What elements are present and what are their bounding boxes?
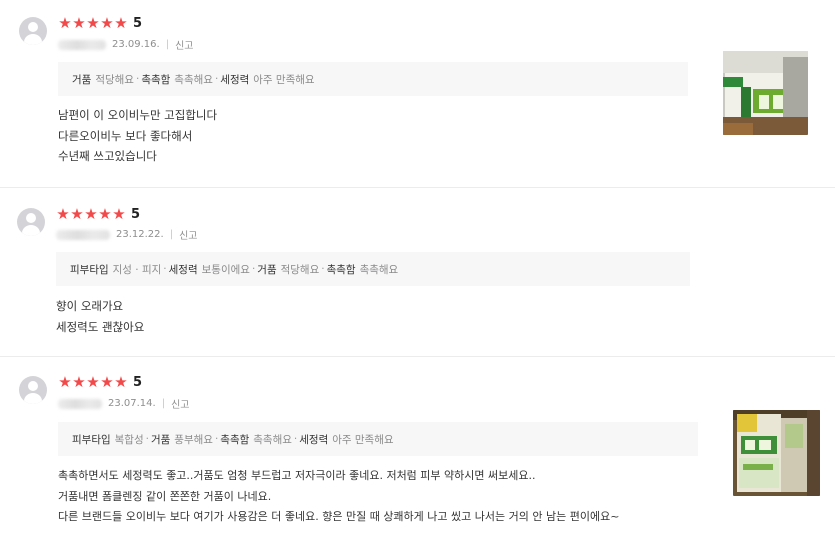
review-date: 23.12.22. bbox=[116, 229, 164, 240]
attribute-dot: · bbox=[214, 433, 219, 445]
review-line: 남편이 이 오이비누만 고집합니다 bbox=[58, 108, 218, 122]
review-meta: 23.09.16. | 신고 bbox=[58, 37, 194, 52]
review-attributes: 피부타입 복합성 · 거품 풍부해요 · 촉촉함 촉촉해요 · 세정력 아주 만… bbox=[58, 422, 698, 456]
star-icon: ★ bbox=[84, 205, 98, 223]
attribute-dot: · bbox=[145, 433, 149, 445]
attribute-value: 아주 만족해요 bbox=[253, 73, 315, 86]
attribute-value: 풍부해요 bbox=[174, 433, 213, 446]
star-icon: ★ bbox=[58, 14, 72, 32]
attribute-key: 촉촉함 bbox=[326, 263, 356, 276]
rating-score: 5 bbox=[133, 16, 143, 31]
review-meta: 23.07.14. | 신고 bbox=[58, 396, 190, 411]
attribute-value: 적당해요 bbox=[95, 73, 134, 86]
attribute-key: 세정력 bbox=[168, 263, 198, 276]
star-rating: ★ ★ ★ ★ ★ 5 bbox=[58, 14, 143, 32]
review-date: 23.09.16. bbox=[112, 39, 160, 50]
review-photo-thumbnail[interactable] bbox=[723, 51, 808, 135]
star-icon: ★ bbox=[112, 205, 126, 223]
star-icon: ★ bbox=[100, 14, 114, 32]
review-text: 남편이 이 오이비누만 고집합니다 다른오이비누 보다 좋다해서 수년째 쓰고있… bbox=[58, 105, 217, 167]
review-attributes: 거품 적당해요 · 촉촉함 촉촉해요 · 세정력 아주 만족해요 bbox=[58, 62, 688, 96]
review-date: 23.07.14. bbox=[108, 398, 156, 409]
meta-separator: | bbox=[165, 39, 170, 50]
attribute-dot: · bbox=[135, 73, 140, 85]
star-icon: ★ bbox=[86, 14, 100, 32]
attribute-key: 거품 bbox=[150, 433, 171, 446]
product-photo-image bbox=[733, 410, 820, 496]
meta-separator: | bbox=[161, 398, 166, 409]
review-line: 다른오이비누 보다 좋다해서 bbox=[58, 128, 193, 143]
attribute-key: 촉촉함 bbox=[220, 433, 250, 446]
review-line: 다른 브랜드들 오이비누 보다 여기가 사용감은 더 좋네요. 향은 만질 때 … bbox=[58, 510, 620, 523]
reviewer-name-blurred bbox=[58, 398, 102, 409]
attribute-key: 거품 bbox=[257, 263, 277, 276]
attribute-key: 세정력 bbox=[299, 433, 329, 446]
meta-separator: | bbox=[169, 229, 174, 240]
star-icon: ★ bbox=[56, 205, 70, 223]
attribute-key: 촉촉함 bbox=[141, 73, 171, 86]
review-item: ★ ★ ★ ★ ★ 5 23.09.16. | 신고 거품 적당해요 · 촉촉함… bbox=[0, 0, 835, 188]
rating-score: 5 bbox=[133, 375, 143, 390]
star-rating: ★ ★ ★ ★ ★ 5 bbox=[56, 205, 141, 223]
review-item: ★ ★ ★ ★ ★ 5 23.12.22. | 신고 피부타입 지성 · 피지 … bbox=[0, 188, 835, 357]
review-attributes: 피부타입 지성 · 피지 · 세정력 보통이에요 · 거품 적당해요 · 촉촉함… bbox=[56, 252, 690, 286]
attribute-value: 촉촉해요 bbox=[359, 263, 399, 276]
attribute-dot: · bbox=[214, 73, 219, 85]
star-icon: ★ bbox=[58, 373, 72, 391]
star-icon: ★ bbox=[70, 205, 84, 223]
report-link[interactable]: 신고 bbox=[175, 37, 193, 52]
star-icon: ★ bbox=[98, 205, 112, 223]
rating-score: 5 bbox=[131, 207, 141, 222]
attribute-value: 촉촉해요 bbox=[174, 73, 213, 86]
report-link[interactable]: 신고 bbox=[179, 227, 197, 242]
star-icon: ★ bbox=[114, 14, 128, 32]
star-icon: ★ bbox=[114, 373, 128, 391]
review-meta: 23.12.22. | 신고 bbox=[56, 227, 198, 242]
report-link[interactable]: 신고 bbox=[171, 396, 189, 411]
attribute-value: 촉촉해요 bbox=[253, 433, 292, 446]
review-line: 세정력도 괜찮아요 bbox=[56, 319, 145, 334]
attribute-dot: · bbox=[321, 263, 325, 275]
attribute-value: 복합성 bbox=[114, 433, 144, 446]
star-icon: ★ bbox=[72, 14, 86, 32]
star-icon: ★ bbox=[72, 373, 86, 391]
attribute-dot: · bbox=[163, 263, 167, 275]
attribute-key: 피부타입 bbox=[72, 433, 111, 446]
review-item: ★ ★ ★ ★ ★ 5 23.07.14. | 신고 피부타입 복합성 · 거품… bbox=[0, 357, 835, 549]
avatar bbox=[19, 376, 47, 404]
star-icon: ★ bbox=[86, 373, 100, 391]
reviewer-name-blurred bbox=[56, 229, 110, 240]
attribute-value: 보통이에요 bbox=[201, 263, 250, 276]
reviewer-name-blurred bbox=[58, 39, 106, 50]
attribute-value: 적당해요 bbox=[280, 263, 320, 276]
attribute-dot: · bbox=[293, 433, 298, 445]
review-line: 향이 오래가요 bbox=[56, 299, 124, 313]
attribute-value: 아주 만족해요 bbox=[332, 433, 394, 446]
review-text: 촉촉하면서도 세정력도 좋고..거품도 엄청 부드럽고 저자극이라 좋네요. 저… bbox=[58, 466, 619, 528]
review-line: 거품내면 폼클렌징 같이 쫀쫀한 거품이 나네요. bbox=[58, 489, 272, 503]
review-line: 촉촉하면서도 세정력도 좋고..거품도 엄청 부드럽고 저자극이라 좋네요. 저… bbox=[58, 469, 536, 482]
product-photo-image bbox=[723, 51, 808, 135]
review-text: 향이 오래가요 세정력도 괜찮아요 bbox=[56, 296, 144, 337]
avatar bbox=[19, 17, 47, 45]
review-photo-thumbnail[interactable] bbox=[733, 410, 820, 496]
attribute-key: 거품 bbox=[72, 73, 92, 86]
attribute-key: 피부타입 bbox=[70, 263, 109, 276]
star-icon: ★ bbox=[100, 373, 114, 391]
attribute-value: 지성 · 피지 bbox=[112, 263, 162, 276]
avatar bbox=[17, 208, 45, 236]
review-line: 수년째 쓰고있습니다 bbox=[58, 149, 157, 163]
attribute-dot: · bbox=[251, 263, 256, 275]
attribute-key: 세정력 bbox=[220, 73, 250, 86]
star-rating: ★ ★ ★ ★ ★ 5 bbox=[58, 373, 143, 391]
